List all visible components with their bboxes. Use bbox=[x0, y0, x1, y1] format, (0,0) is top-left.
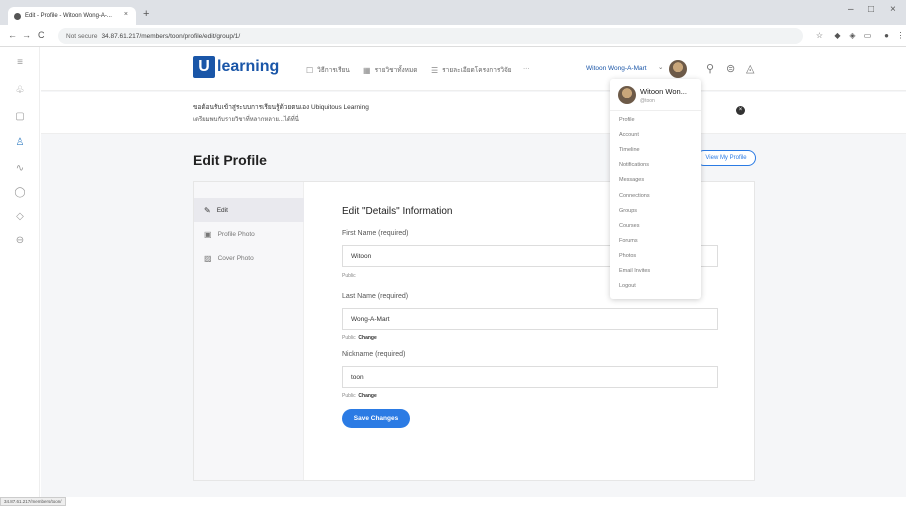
close-icon[interactable]: × bbox=[736, 106, 745, 115]
profile-sidebar: ✎ Edit ▣ Profile Photo ▨ Cover Photo bbox=[194, 182, 304, 480]
logo-text: learning bbox=[217, 58, 280, 75]
save-changes-button[interactable]: Save Changes bbox=[342, 409, 410, 428]
user-menu-name[interactable]: Witoon Wong-A-Mart bbox=[586, 65, 647, 72]
welcome-notice: ขอต้อนรับเข้าสู่ระบบการเรียนรู้ด้วยตนเอง… bbox=[41, 92, 906, 134]
menu-item-groups[interactable]: Groups bbox=[619, 208, 637, 214]
menu-item-messages[interactable]: Messages bbox=[619, 177, 644, 183]
grid-icon: ▦ bbox=[363, 65, 371, 75]
dropdown-user-name: Witoon Won... bbox=[640, 87, 687, 96]
menu-icon[interactable]: ⋮ bbox=[896, 31, 905, 40]
dropdown-user-handle: @toon bbox=[640, 98, 655, 104]
nav-item-research-details[interactable]: ☰ รายละเอียดโครงการวิจัย bbox=[431, 65, 512, 75]
maximize-button[interactable]: □ bbox=[868, 4, 874, 15]
messages-icon[interactable]: ⊜ bbox=[726, 62, 735, 75]
page-title: Edit Profile bbox=[193, 152, 267, 168]
menu-item-notifications[interactable]: Notifications bbox=[619, 162, 649, 168]
browser-tab-strip: Edit - Profile - Witoon Wong-A-... × + –… bbox=[0, 0, 906, 25]
cast-icon[interactable]: ▭ bbox=[863, 31, 872, 40]
dropdown-header[interactable]: Witoon Won... @toon bbox=[610, 79, 701, 111]
top-navbar: U learning ☐ วิธีการเรียน ▦ รายวิชาทั้งห… bbox=[41, 47, 906, 91]
first-name-visibility: Public bbox=[342, 273, 356, 279]
sidebar-item-label: Cover Photo bbox=[217, 254, 254, 262]
menu-item-courses[interactable]: Courses bbox=[619, 223, 639, 229]
new-tab-button[interactable]: + bbox=[143, 8, 149, 20]
menu-item-timeline[interactable]: Timeline bbox=[619, 147, 640, 153]
nav-item-label: รายละเอียดโครงการวิจัย bbox=[442, 67, 512, 74]
favicon-icon bbox=[14, 12, 21, 20]
back-button[interactable]: ← bbox=[8, 30, 17, 40]
last-name-input[interactable]: Wong-A-Mart bbox=[342, 308, 718, 330]
user-dropdown-menu: Witoon Won... @toon Profile Account Time… bbox=[610, 79, 701, 299]
profile-icon[interactable]: ♙ bbox=[14, 137, 26, 149]
logo-mark: U bbox=[193, 56, 215, 78]
extension-icon[interactable]: ◆ bbox=[833, 31, 842, 40]
nickname-label: Nickname (required) bbox=[342, 351, 406, 358]
reload-button[interactable]: C bbox=[38, 30, 45, 40]
tab-close-icon[interactable]: × bbox=[124, 11, 128, 18]
menu-item-photos[interactable]: Photos bbox=[619, 253, 636, 259]
nav-item-all-courses[interactable]: ▦ รายวิชาทั้งหมด bbox=[363, 65, 417, 75]
first-name-label: First Name (required) bbox=[342, 230, 409, 237]
tab-title: Edit - Profile - Witoon Wong-A-... bbox=[25, 13, 112, 19]
nickname-input[interactable]: toon bbox=[342, 366, 718, 388]
menu-item-account[interactable]: Account bbox=[619, 132, 639, 138]
nickname-visibility: Public Change bbox=[342, 393, 377, 399]
chevron-down-icon[interactable]: ⌄ bbox=[658, 63, 663, 71]
nav-item-how-to-learn[interactable]: ☐ วิธีการเรียน bbox=[306, 65, 350, 75]
sidebar-item-cover-photo[interactable]: ▨ Cover Photo bbox=[194, 246, 304, 270]
minimize-button[interactable]: – bbox=[848, 4, 854, 15]
main-area: U learning ☐ วิธีการเรียน ▦ รายวิชาทั้งห… bbox=[41, 47, 906, 497]
profile-icon[interactable]: ● bbox=[882, 31, 891, 40]
last-name-visibility: Public Change bbox=[342, 335, 377, 341]
activity-icon[interactable]: ∿ bbox=[14, 163, 26, 175]
window-close-button[interactable]: × bbox=[890, 4, 896, 15]
change-visibility-link[interactable]: Change bbox=[358, 335, 376, 341]
nav-item-label: วิธีการเรียน bbox=[317, 67, 350, 74]
menu-item-forums[interactable]: Forums bbox=[619, 238, 638, 244]
forums-icon[interactable]: ◯ bbox=[14, 187, 26, 199]
document-icon: ☐ bbox=[306, 65, 314, 75]
avatar[interactable] bbox=[669, 60, 687, 78]
address-bar-row: ← → C Not secure 34.87.61.217/members/to… bbox=[0, 25, 906, 47]
forward-button[interactable]: → bbox=[22, 30, 31, 40]
browser-tab[interactable]: Edit - Profile - Witoon Wong-A-... × bbox=[8, 7, 136, 25]
menu-item-profile[interactable]: Profile bbox=[619, 117, 635, 123]
notice-line-2[interactable]: เตรียมพบกับรายวิชาที่หลากหลาย...ได้ที่นี… bbox=[193, 114, 299, 124]
edit-icon: ✎ bbox=[204, 205, 211, 215]
site-logo[interactable]: U learning bbox=[193, 56, 279, 78]
image-icon: ▨ bbox=[204, 253, 212, 263]
search-icon[interactable]: ⚲ bbox=[706, 62, 714, 75]
menu-item-logout[interactable]: Logout bbox=[619, 283, 636, 289]
sidebar-item-label: Edit bbox=[216, 206, 228, 214]
star-icon[interactable]: ☆ bbox=[815, 31, 824, 40]
notifications-icon[interactable]: ◇ bbox=[14, 211, 26, 223]
menu-item-email-invites[interactable]: Email Invites bbox=[619, 268, 650, 274]
menu-item-connections[interactable]: Connections bbox=[619, 193, 650, 199]
nav-item-label: รายวิชาทั้งหมด bbox=[374, 67, 418, 74]
more-menu-button[interactable]: ··· bbox=[523, 65, 530, 72]
photo-icon: ▣ bbox=[204, 229, 212, 239]
courses-icon[interactable]: ▢ bbox=[14, 111, 26, 123]
view-my-profile-button[interactable]: View My Profile bbox=[696, 150, 756, 166]
not-secure-label: Not secure bbox=[66, 32, 98, 40]
members-icon[interactable]: ♧ bbox=[14, 85, 26, 97]
status-bar: 34.87.61.217/members/toon/ bbox=[0, 497, 906, 506]
avatar bbox=[618, 86, 636, 104]
cart-icon[interactable]: ⊖ bbox=[14, 235, 26, 247]
url-bar[interactable]: Not secure 34.87.61.217/members/toon/pro… bbox=[58, 28, 803, 44]
bell-icon[interactable]: ◬ bbox=[746, 62, 754, 75]
last-name-label: Last Name (required) bbox=[342, 293, 409, 300]
change-visibility-link[interactable]: Change bbox=[358, 393, 376, 399]
sidebar-item-profile-photo[interactable]: ▣ Profile Photo bbox=[194, 222, 304, 246]
puzzle-icon[interactable]: ◈ bbox=[848, 31, 857, 40]
url-text: 34.87.61.217/members/toon/profile/edit/g… bbox=[101, 32, 241, 40]
menu-toggle-icon[interactable]: ≡ bbox=[14, 57, 26, 69]
list-icon: ☰ bbox=[431, 65, 439, 75]
sidebar-item-edit[interactable]: ✎ Edit bbox=[194, 198, 304, 222]
notice-line-1: ขอต้อนรับเข้าสู่ระบบการเรียนรู้ด้วยตนเอง… bbox=[193, 104, 369, 111]
form-title: Edit "Details" Information bbox=[342, 206, 453, 217]
sidebar-item-label: Profile Photo bbox=[217, 230, 255, 238]
status-url: 34.87.61.217/members/toon/ bbox=[0, 497, 66, 506]
left-icon-rail: ≡ ♧ ▢ ♙ ∿ ◯ ◇ ⊖ bbox=[0, 47, 40, 497]
